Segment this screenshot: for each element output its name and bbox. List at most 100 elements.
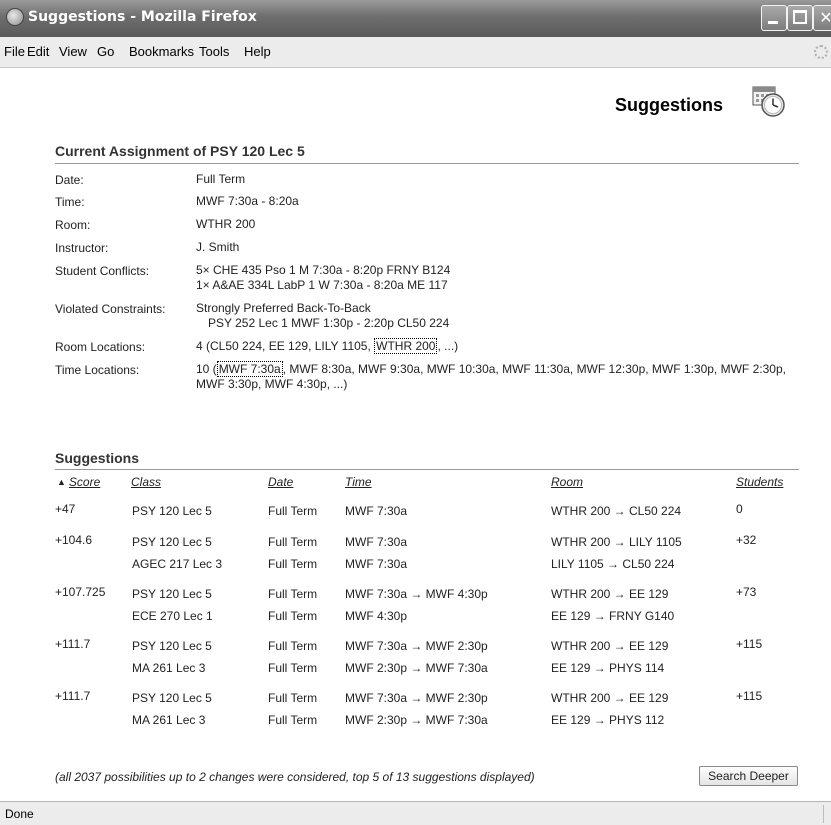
menu-bookmarks[interactable]: Bookmarks [129,44,194,59]
cell-date: Full Term [268,504,318,518]
cell-students: 0 [736,502,743,516]
assignment-divider [55,163,799,164]
cell-class: AGEC 217 Lec 3 [132,557,223,571]
cell-room: WTHR 200 → CL50 224 [551,504,682,518]
cell-room: WTHR 200 → LILY 1105 [551,535,682,549]
status-bar: Done [0,801,831,825]
menu-go[interactable]: Go [97,44,114,59]
room-locations-value: 4 (CL50 224, EE 129, LILY 1105, WTHR 200… [196,338,459,354]
cell-score: +47 [55,502,76,516]
room-locations-prefix: 4 (CL50 224, EE 129, LILY 1105, [196,339,371,353]
conflict-line-2: 1× A&AE 334L LabP 1 W 7:30a - 8:20a ME 1… [196,278,448,292]
violated-label: Violated Constraints: [55,302,166,316]
violated-value: Strongly Preferred Back-To-Back [196,301,371,315]
column-time[interactable]: Time [345,475,372,489]
cell-time: MWF 7:30a [345,535,408,549]
cell-room: EE 129 → PHYS 114 [551,661,665,675]
maximize-button[interactable] [787,5,813,31]
cell-score: +111.7 [55,637,91,651]
browser-window: Suggestions - Mozilla Firefox ✕ File Edi… [0,0,831,825]
menu-edit[interactable]: Edit [27,44,49,59]
column-score[interactable]: ▲ Score [57,475,100,489]
cell-class: PSY 120 Lec 5 [132,504,212,518]
cell-score: +104.6 [55,533,93,547]
cell-class: PSY 120 Lec 5 [132,639,212,653]
cell-room: LILY 1105 → CL50 224 [551,557,675,571]
close-icon: ✕ [819,8,831,27]
suggestions-heading: Suggestions [55,450,140,466]
cell-date: Full Term [268,661,318,675]
cell-class: ECE 270 Lec 1 [132,609,213,623]
cell-time: MWF 7:30a [345,504,408,518]
time-locations-prefix: 10 ( [196,362,217,376]
cell-room: WTHR 200 → EE 129 [551,587,669,601]
minimize-button[interactable] [761,5,787,31]
time-location-mwf-730a[interactable]: MWF 7:30a [216,361,283,377]
cell-date: Full Term [268,557,318,571]
room-value: WTHR 200 [196,217,256,231]
instructor-value: J. Smith [196,240,240,254]
cell-date: Full Term [268,535,318,549]
room-locations-label: Room Locations: [55,340,146,354]
suggestions-divider [55,469,799,470]
time-locations-value: 10 (MWF 7:30a, MWF 8:30a, MWF 9:30a, MWF… [196,361,806,392]
cell-room: WTHR 200 → EE 129 [551,639,669,653]
sort-asc-icon: ▲ [57,477,66,487]
time-value: MWF 7:30a - 8:20a [196,194,299,208]
room-label: Room: [55,218,91,232]
menu-view[interactable]: View [59,44,87,59]
time-locations-label: Time Locations: [55,363,140,377]
cell-date: Full Term [268,691,318,705]
status-divider [823,805,824,823]
cell-students: +32 [736,533,757,547]
date-value: Full Term [196,172,246,186]
search-deeper-button[interactable]: Search Deeper [699,766,798,786]
menu-bar: File Edit View Go Bookmarks Tools Help [0,37,831,68]
column-room[interactable]: Room [551,475,583,489]
cell-students: +115 [736,689,763,703]
column-students[interactable]: Students [736,475,783,489]
cell-time: MWF 7:30a [345,557,408,571]
column-date[interactable]: Date [268,475,293,489]
cell-class: PSY 120 Lec 5 [132,535,212,549]
cell-date: Full Term [268,609,318,623]
cell-time: MWF 4:30p [345,609,408,623]
firefox-icon [6,8,24,26]
cell-students: +115 [736,637,763,651]
status-text: Done [5,807,34,821]
window-title: Suggestions - Mozilla Firefox [28,9,257,25]
column-class[interactable]: Class [131,475,161,489]
menu-help[interactable]: Help [244,44,271,59]
cell-class: PSY 120 Lec 5 [132,691,212,705]
menu-file[interactable]: File [4,44,25,59]
conflicts-label: Student Conflicts: [55,264,150,278]
cell-score: +111.7 [55,689,91,703]
cell-score: +107.725 [55,585,106,599]
cell-time: MWF 7:30a → MWF 4:30p [345,587,488,601]
page-title: Suggestions [615,95,724,115]
cell-class: MA 261 Lec 3 [132,713,206,727]
calendar-clock-icon [752,86,785,117]
page-content: Suggestions Current Assignment of PSY 12… [0,68,831,801]
menu-tools[interactable]: Tools [199,44,229,59]
cell-students: +73 [736,585,757,599]
violated-detail: PSY 252 Lec 1 MWF 1:30p - 2:20p CL50 224 [208,316,450,330]
close-button[interactable]: ✕ [813,5,831,31]
cell-class: MA 261 Lec 3 [132,661,206,675]
instructor-label: Instructor: [55,241,109,255]
cell-date: Full Term [268,639,318,653]
room-location-wthr-200[interactable]: WTHR 200 [374,338,438,354]
cell-time: MWF 2:30p → MWF 7:30a [345,661,488,675]
column-score-label: Score [68,475,101,489]
room-locations-suffix: , ...) [437,339,459,353]
cell-class: PSY 120 Lec 5 [132,587,212,601]
suggestions-footnote: (all 2037 possibilities up to 2 changes … [55,770,535,784]
throbber-icon [814,45,828,59]
cell-time: MWF 7:30a → MWF 2:30p [345,639,488,653]
cell-room: EE 129 → PHYS 112 [551,713,665,727]
cell-date: Full Term [268,713,318,727]
cell-date: Full Term [268,587,318,601]
assignment-heading: Current Assignment of PSY 120 Lec 5 [55,143,305,159]
conflict-line-1: 5× CHE 435 Pso 1 M 7:30a - 8:20p FRNY B1… [196,263,451,277]
cell-room: EE 129 → FRNY G140 [551,609,675,623]
